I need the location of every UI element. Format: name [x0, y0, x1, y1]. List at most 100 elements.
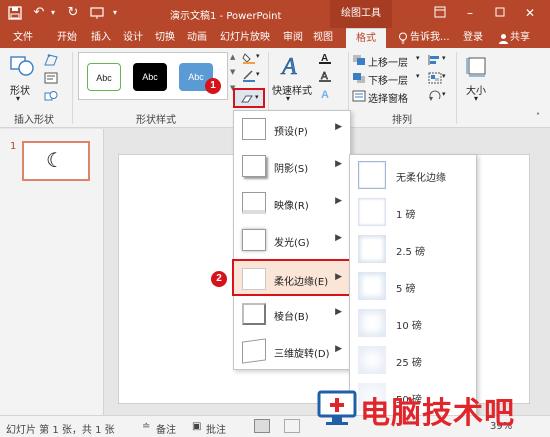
rotate-icon[interactable]: [428, 90, 442, 102]
maximize-icon[interactable]: [492, 6, 508, 20]
share-person-icon[interactable]: [496, 28, 510, 48]
menu-item-glow[interactable]: 发光(G) ▶: [234, 222, 350, 259]
normal-view-icon[interactable]: [254, 419, 270, 433]
minimize-icon[interactable]: –: [462, 6, 478, 20]
bevel-icon: [242, 303, 266, 325]
size-icon[interactable]: [466, 54, 488, 78]
share-button[interactable]: 共享: [510, 28, 540, 48]
watermark-text: 电脑技术吧: [360, 396, 515, 431]
bring-forward-dropdown-icon[interactable]: ▾: [416, 54, 420, 62]
merge-shapes-icon[interactable]: [44, 90, 58, 102]
soft-edges-option-2-5pt[interactable]: 2.5 磅: [350, 231, 476, 268]
soft-edges-option-25pt[interactable]: 25 磅: [350, 342, 476, 379]
shape-outline-icon[interactable]: [242, 70, 256, 82]
bring-forward-icon[interactable]: [352, 54, 366, 66]
soft-edges-preview-icon: [358, 309, 386, 337]
customize-qat-icon[interactable]: ▾: [110, 4, 120, 22]
shape-fill-dropdown-icon[interactable]: ▾: [256, 52, 260, 60]
callout-badge-1: 1: [205, 78, 221, 94]
group-dropdown-icon[interactable]: ▾: [442, 72, 446, 80]
slide-thumbnail[interactable]: ☾: [22, 141, 90, 181]
menu-item-label: 阴影(S): [274, 164, 309, 175]
soft-edges-option-none[interactable]: 无柔化边缘: [350, 157, 476, 194]
notes-icon[interactable]: ≐: [142, 421, 150, 432]
shape-fill-icon[interactable]: [242, 52, 256, 64]
shape-effects-button[interactable]: ▾: [233, 88, 265, 108]
style-sample-black[interactable]: Abc: [133, 63, 167, 91]
comments-icon[interactable]: ▣: [192, 421, 201, 432]
tab-view[interactable]: 视图: [310, 28, 336, 48]
wordart-quick-styles-icon[interactable]: A: [280, 52, 302, 81]
ribbon-display-options-icon[interactable]: [432, 6, 448, 20]
notes-button[interactable]: 备注: [156, 421, 176, 436]
tab-home[interactable]: 开始: [54, 28, 80, 48]
menu-item-soft-edges[interactable]: 柔化边缘(E) ▶: [232, 259, 352, 296]
quick-styles-label[interactable]: 快速样式: [272, 82, 312, 97]
start-from-beginning-icon[interactable]: [88, 4, 106, 22]
3d-rotation-icon: [242, 338, 266, 364]
submenu-arrow-icon: ▶: [335, 344, 342, 354]
tab-animations[interactable]: 动画: [184, 28, 210, 48]
tab-slideshow[interactable]: 幻灯片放映: [216, 28, 274, 48]
send-backward-button[interactable]: 下移一层: [368, 72, 408, 87]
text-outline-icon[interactable]: A: [318, 70, 332, 82]
selection-pane-button[interactable]: 选择窗格: [368, 90, 408, 105]
menu-item-reflection[interactable]: 映像(R) ▶: [234, 185, 350, 222]
shapes-gallery-icon[interactable]: [8, 54, 36, 80]
edit-shape-icon[interactable]: [44, 54, 58, 66]
align-icon[interactable]: [428, 54, 442, 66]
text-fill-icon[interactable]: A: [318, 52, 332, 64]
selection-pane-icon[interactable]: [352, 90, 366, 102]
close-icon[interactable]: ✕: [522, 6, 538, 20]
gallery-scroll-down-icon[interactable]: ▼: [230, 68, 235, 76]
tab-transitions[interactable]: 切换: [152, 28, 178, 48]
tab-insert[interactable]: 插入: [88, 28, 114, 48]
bring-forward-button[interactable]: 上移一层: [368, 54, 408, 69]
comments-button[interactable]: 批注: [206, 421, 226, 436]
tab-review[interactable]: 审阅: [280, 28, 306, 48]
text-effects-icon[interactable]: A: [318, 88, 332, 101]
svg-text:A: A: [280, 54, 297, 78]
size-dropdown-icon[interactable]: ▾: [474, 94, 478, 103]
shadow-icon: [242, 155, 266, 177]
gallery-scroll-up-icon[interactable]: ▲: [230, 53, 235, 61]
tab-design[interactable]: 设计: [120, 28, 146, 48]
shape-styles-group-label: 形状样式: [136, 115, 176, 126]
save-icon[interactable]: [6, 4, 24, 22]
text-box-icon[interactable]: [44, 72, 58, 84]
shape-outline-dropdown-icon[interactable]: ▾: [256, 70, 260, 78]
menu-item-3d-rotation[interactable]: 三维旋转(D) ▶: [234, 333, 350, 370]
soft-edges-option-label: 10 磅: [396, 321, 422, 332]
send-backward-dropdown-icon[interactable]: ▾: [416, 72, 420, 80]
tab-file[interactable]: 文件: [6, 28, 40, 48]
shape-effects-dropdown-icon[interactable]: ▾: [255, 93, 259, 101]
shapes-dropdown-icon[interactable]: ▾: [16, 94, 20, 103]
menu-item-shadow[interactable]: 阴影(S) ▶: [234, 148, 350, 185]
shape-styles-gallery[interactable]: Abc Abc Abc: [78, 52, 228, 100]
soft-edges-option-label: 5 磅: [396, 284, 416, 295]
shape-effects-menu: 预设(P) ▶ 阴影(S) ▶ 映像(R) ▶ 发光(G) ▶ 柔化边缘(E) …: [232, 110, 352, 370]
tell-me-search[interactable]: 告诉我...: [410, 28, 458, 48]
undo-dropdown-icon[interactable]: ▾: [48, 4, 58, 22]
menu-item-bevel[interactable]: 棱台(B) ▶: [234, 296, 350, 333]
menu-item-label: 发光(G): [274, 238, 310, 249]
slide-counter: 幻灯片 第 1 张，共 1 张: [6, 425, 115, 436]
soft-edges-option-10pt[interactable]: 10 磅: [350, 305, 476, 342]
send-backward-icon[interactable]: [352, 72, 366, 84]
rotate-dropdown-icon[interactable]: ▾: [442, 90, 446, 98]
undo-icon[interactable]: ↶: [30, 4, 48, 22]
quick-styles-dropdown-icon[interactable]: ▾: [286, 94, 290, 103]
sign-in-link[interactable]: 登录: [460, 28, 486, 48]
menu-item-preset[interactable]: 预设(P) ▶: [234, 111, 350, 148]
slide-sorter-view-icon[interactable]: [284, 419, 300, 433]
tab-format[interactable]: 格式: [346, 28, 386, 48]
align-dropdown-icon[interactable]: ▾: [442, 54, 446, 62]
soft-edges-icon: [242, 268, 266, 290]
group-objects-icon[interactable]: [428, 72, 442, 84]
redo-icon[interactable]: ↻: [64, 4, 82, 22]
soft-edges-option-5pt[interactable]: 5 磅: [350, 268, 476, 305]
soft-edges-option-1pt[interactable]: 1 磅: [350, 194, 476, 231]
collapse-ribbon-icon[interactable]: ˄: [536, 112, 540, 121]
soft-edges-option-label: 2.5 磅: [396, 247, 426, 258]
style-sample-outline[interactable]: Abc: [87, 63, 121, 91]
